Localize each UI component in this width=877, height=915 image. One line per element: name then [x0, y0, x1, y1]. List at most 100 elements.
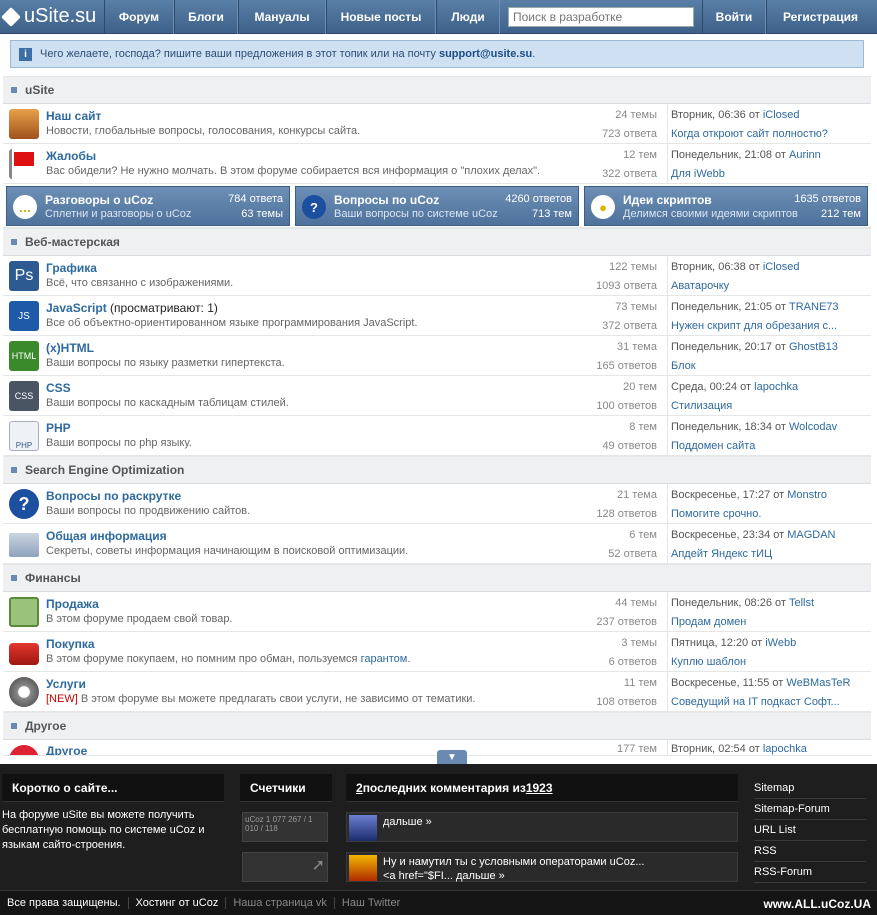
login-button[interactable]: Войти [702, 0, 766, 34]
vk-link[interactable]: Наша страница vk [226, 897, 335, 909]
nav-people[interactable]: Люди [436, 0, 500, 34]
about-heading: Коротко о сайте... [2, 774, 224, 802]
last-post-topic[interactable]: Стилизация [671, 400, 732, 412]
last-post-topic[interactable]: Соведущий на IT подкаст Софт... [671, 696, 840, 708]
category-marker-icon [11, 575, 17, 581]
collapse-footer-button[interactable]: ▼ [437, 750, 467, 764]
twitter-link[interactable]: Наш Twitter [335, 897, 407, 909]
forum-title[interactable]: Общая информация [46, 529, 167, 543]
last-post-topic[interactable]: Для iWebb [671, 168, 725, 180]
category-web[interactable]: Веб-мастерская [3, 228, 871, 256]
forum-desc: Ваши вопросы по php языку. [46, 437, 192, 449]
forum-title[interactable]: Графика [46, 261, 97, 275]
tile-razgovory[interactable]: … Разговоры о uCoz Сплетни и разговоры о… [6, 186, 290, 226]
topics-count: 73 темы [615, 301, 657, 313]
last-post-topic[interactable]: Куплю шаблон [671, 656, 746, 668]
forum-row-prodazha: Продажа В этом форуме продаем свой товар… [3, 592, 871, 632]
topics-count: 177 тем [616, 743, 657, 755]
topics-count: 11 тем [623, 677, 657, 689]
rss-forum-link[interactable]: RSS-Forum [754, 862, 866, 883]
guarantor-link[interactable]: гарантом [361, 653, 408, 665]
last-post-topic[interactable]: Когда откроют сайт полностю? [671, 128, 828, 140]
register-button[interactable]: Регистрация [766, 0, 874, 34]
last-post-topic[interactable]: Блок [671, 360, 696, 372]
forum-title[interactable]: JavaScript [46, 301, 107, 315]
forum-row-obshaya: Общая информация Секреты, советы информа… [3, 524, 871, 564]
last-post-author[interactable]: iClosed [763, 261, 800, 273]
sitemap-forum-link[interactable]: Sitemap-Forum [754, 799, 866, 820]
last-post-author[interactable]: iWebb [765, 637, 796, 649]
last-post-author[interactable]: TRANE73 [789, 301, 839, 313]
forum-title[interactable]: PHP [46, 421, 71, 435]
last-post-author[interactable]: MAGDAN [787, 529, 835, 541]
forum-title[interactable]: CSS [46, 381, 71, 395]
topics-count: 122 темы [609, 261, 657, 273]
forum-title[interactable]: Покупка [46, 637, 95, 651]
forum-desc: Ваши вопросы по языку разметки гипертекс… [46, 357, 285, 369]
forum-title[interactable]: Вопросы по раскрутке [46, 489, 181, 503]
nav-forum[interactable]: Форум [104, 0, 174, 34]
nav-manuals[interactable]: Мануалы [238, 0, 326, 34]
forum-desc: В этом форуме покупаем, но помним про об… [46, 653, 411, 665]
chevron-down-icon: ▼ [447, 751, 457, 763]
forum-title[interactable]: Жалобы [46, 149, 96, 163]
forum-desc: Секреты, советы информация начинающим в … [46, 545, 409, 557]
url-list-link[interactable]: URL List [754, 820, 866, 841]
topics-count: 21 тема [616, 489, 657, 501]
forum-title[interactable]: Услуги [46, 677, 86, 691]
last-post-author[interactable]: WeBMasTeR [786, 677, 850, 689]
site-logo[interactable]: uSite.su [0, 0, 104, 34]
last-post-topic[interactable]: Нужен скрипт для обрезания с... [671, 320, 837, 332]
topics-count: 31 тема [616, 341, 657, 353]
last-post-author[interactable]: Tellst [789, 597, 814, 609]
category-marker-icon [11, 723, 17, 729]
category-finance[interactable]: Финансы [3, 564, 871, 592]
last-post-topic[interactable]: Поддомен сайта [671, 440, 755, 452]
category-seo[interactable]: Search Engine Optimization [3, 456, 871, 484]
last-post-time: Понедельник, 20:17 от GhostB13 [671, 341, 838, 353]
last-post-author[interactable]: lapochka [754, 381, 798, 393]
last-post-author[interactable]: Monstro [787, 489, 827, 501]
topics-count: 3 темы [621, 637, 657, 649]
counter-widget-2[interactable]: ➚ [242, 852, 328, 882]
counter-widget[interactable]: uCoz 1 077 267 / 1 010 / 118 [242, 812, 328, 842]
nav-blogs[interactable]: Блоги [174, 0, 238, 34]
last-post-author[interactable]: Wolcodav [789, 421, 837, 433]
viewers-count: (просматривают: 1) [106, 301, 218, 315]
nav-new-posts[interactable]: Новые посты [326, 0, 436, 34]
comment-item[interactable]: дальше » [346, 812, 738, 842]
last-post-topic[interactable]: Апдейт Яндекс тИЦ [671, 548, 772, 560]
last-post-time: Воскресенье, 23:34 от MAGDAN [671, 529, 836, 541]
forum-title[interactable]: Наш сайт [46, 109, 101, 123]
forum-desc: [NEW] В этом форуме вы можете предлагать… [46, 693, 476, 705]
forum-row-javascript: JS JavaScript (просматривают: 1) Все об … [3, 296, 871, 336]
forum-title[interactable]: (x)HTML [46, 341, 94, 355]
forum-row-css: CSS CSS Ваши вопросы по каскадным таблиц… [3, 376, 871, 416]
comment-item[interactable]: Ну и намутил ты с условными операторами … [346, 852, 738, 882]
category-other[interactable]: Другое [3, 712, 871, 740]
topics-count: 24 темы [615, 109, 657, 121]
answers-count: 52 ответа [608, 548, 657, 560]
forum-title[interactable]: Другое [46, 744, 87, 755]
search-input[interactable] [508, 6, 694, 27]
tile-idei-skriptov[interactable]: ● Идеи скриптов Делимся своими идеями ск… [584, 186, 868, 226]
category-marker-icon [11, 239, 17, 245]
last-post-author[interactable]: Aurinn [789, 149, 821, 161]
tile-voprosy-ucoz[interactable]: ? Вопросы по uCoz Ваши вопросы по систем… [295, 186, 579, 226]
category-usite[interactable]: uSite [3, 76, 871, 104]
top-navbar: uSite.su Форум Блоги Мануалы Новые посты… [0, 0, 877, 34]
last-post-author[interactable]: GhostB13 [789, 341, 838, 353]
notice-email-link[interactable]: support@usite.su [439, 48, 532, 60]
forum-title[interactable]: Продажа [46, 597, 99, 611]
last-post-author[interactable]: iClosed [763, 109, 800, 121]
last-post-topic[interactable]: Продам домен [671, 616, 746, 628]
sitemap-link[interactable]: Sitemap [754, 778, 866, 799]
last-post-topic[interactable]: Помогите срочно. [671, 508, 761, 520]
rss-link[interactable]: RSS [754, 841, 866, 862]
last-post-author[interactable]: lapochka [763, 743, 807, 755]
forum-row-xhtml: HTML (x)HTML Ваши вопросы по языку разме… [3, 336, 871, 376]
photoshop-icon: Ps [9, 261, 39, 291]
forum-desc: Всё, что связанно с изображениями. [46, 277, 234, 289]
hosting-link[interactable]: Хостинг от uCoz [129, 897, 227, 909]
last-post-topic[interactable]: Аватарочку [671, 280, 729, 292]
